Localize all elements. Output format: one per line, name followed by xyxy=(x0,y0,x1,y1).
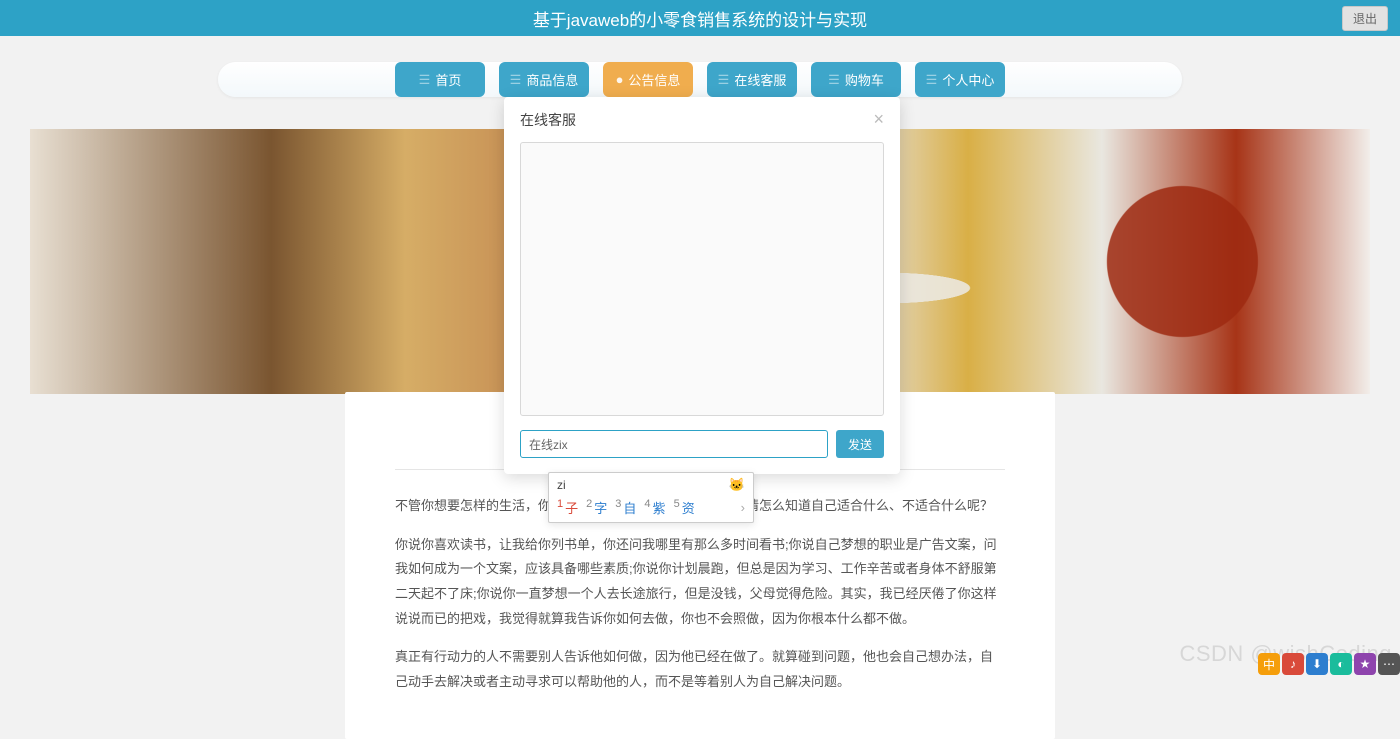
tray-icon[interactable]: ⬇ xyxy=(1306,653,1328,675)
sogou-icon: 🐱 xyxy=(729,477,745,493)
ime-candidate[interactable]: 3 自 xyxy=(615,498,636,517)
ime-candidate[interactable]: 4 紫 xyxy=(644,498,665,517)
ime-candidate[interactable]: 1 子 xyxy=(557,498,578,517)
ime-pinyin: zi xyxy=(557,478,566,492)
ime-panel[interactable]: zi 🐱 1 子 2 字 3 自 4 紫 5 资 › xyxy=(548,472,754,523)
ime-candidate[interactable]: 5 资 xyxy=(674,498,695,517)
modal-header: 在线客服 × xyxy=(504,97,900,142)
tray-icon[interactable]: ⋯ xyxy=(1378,653,1400,675)
tray-icon[interactable]: ◐ xyxy=(1330,653,1352,675)
chevron-right-icon[interactable]: › xyxy=(741,500,745,515)
ime-header: zi 🐱 xyxy=(549,473,753,495)
modal-title: 在线客服 xyxy=(520,110,576,130)
tray-icon[interactable]: ★ xyxy=(1354,653,1376,675)
modal-overlay: 在线客服 × 发送 xyxy=(0,0,1400,675)
tray-icon[interactable]: 中 xyxy=(1258,653,1280,675)
customer-service-modal: 在线客服 × 发送 xyxy=(504,97,900,474)
close-icon[interactable]: × xyxy=(873,109,884,130)
message-history[interactable] xyxy=(520,142,884,416)
taskbar-tray: 中 ♪ ⬇ ◐ ★ ⋯ xyxy=(1258,653,1400,675)
ime-candidates: 1 子 2 字 3 自 4 紫 5 资 › xyxy=(549,495,753,522)
modal-footer: 发送 xyxy=(504,430,900,474)
send-button[interactable]: 发送 xyxy=(836,430,884,458)
tray-icon[interactable]: ♪ xyxy=(1282,653,1304,675)
message-input[interactable] xyxy=(520,430,828,458)
ime-candidate[interactable]: 2 字 xyxy=(586,498,607,517)
